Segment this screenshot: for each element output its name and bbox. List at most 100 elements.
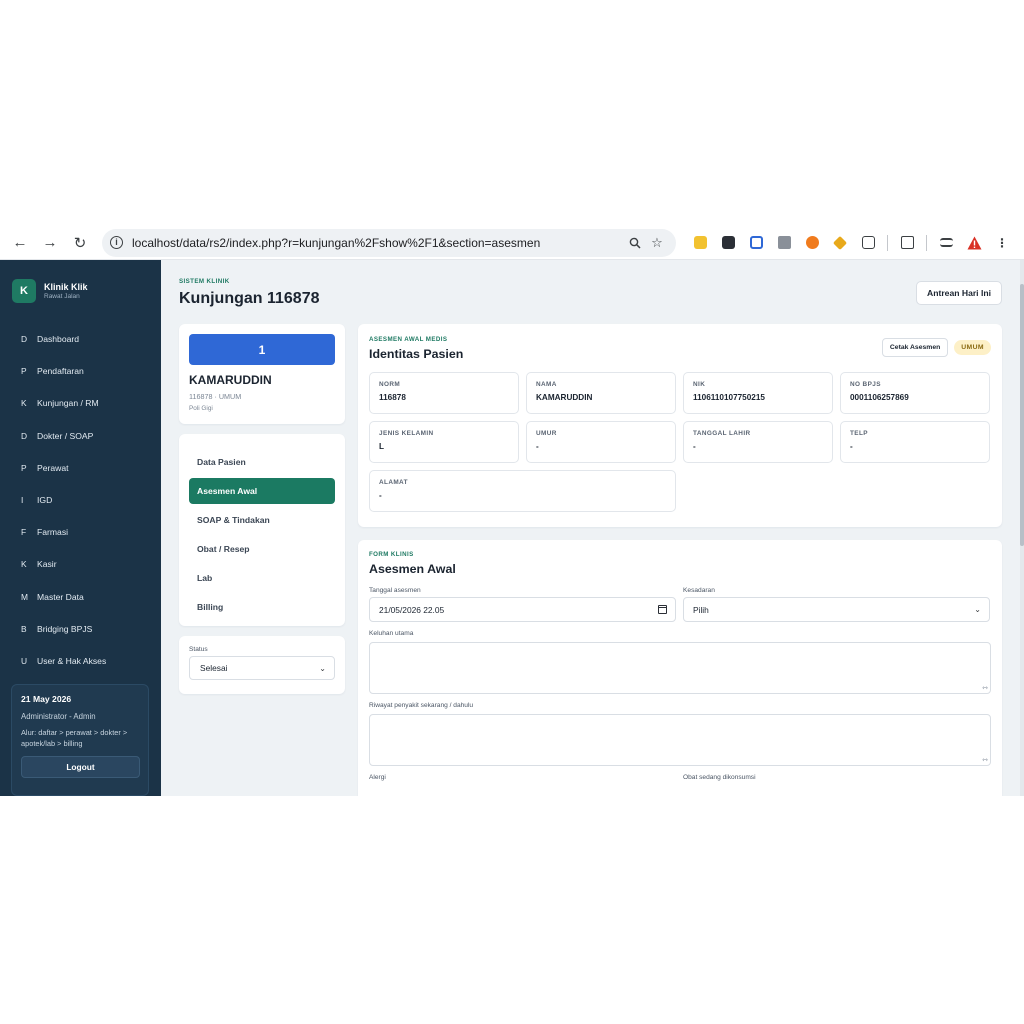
- section-obat-resep[interactable]: Obat / Resep: [189, 536, 335, 562]
- field-jenis-kelamin: JENIS KELAMIN L: [369, 421, 519, 463]
- page-title: Kunjungan 116878: [179, 290, 320, 307]
- history-label: Riwayat penyakit sekarang / dahulu: [369, 702, 474, 709]
- status-value: Selesai: [200, 663, 228, 673]
- calendar-icon[interactable]: [658, 605, 667, 614]
- section-billing[interactable]: Billing: [189, 594, 335, 620]
- extension-screen-icon[interactable]: [744, 231, 768, 255]
- chevron-down-icon: ⌄: [319, 663, 326, 673]
- history-textarea[interactable]: ⇿: [369, 714, 991, 766]
- field-key: TANGGAL LAHIR: [693, 430, 751, 437]
- extension-orange-icon[interactable]: [800, 231, 824, 255]
- sidebar-item-dashboard[interactable]: D Dashboard: [0, 323, 161, 355]
- sidebar-item-kunjungan[interactable]: K Kunjungan / RM: [0, 387, 161, 419]
- warning-icon[interactable]: [962, 231, 986, 255]
- sidebar-item-perawat[interactable]: P Perawat: [0, 452, 161, 484]
- menu-letter-icon: I: [21, 495, 24, 506]
- extension-shield-icon[interactable]: [688, 231, 712, 255]
- scrollbar-thumb[interactable]: [1020, 284, 1024, 546]
- status-label: Status: [189, 646, 208, 653]
- reload-icon[interactable]: ↻: [66, 229, 94, 257]
- field-value: -: [850, 442, 853, 451]
- field-value: L: [379, 442, 385, 451]
- patient-summary-card: 1 KAMARUDDIN 116878 · UMUM Poli Gigi: [179, 324, 345, 424]
- sidebar-item-dokter[interactable]: D Dokter / SOAP: [0, 420, 161, 452]
- consciousness-label: Kesadaran: [683, 587, 715, 594]
- sidebar-item-label: Farmasi: [37, 527, 69, 538]
- section-soap-tindakan[interactable]: SOAP & Tindakan: [189, 507, 335, 533]
- menu-letter-icon: F: [21, 527, 27, 538]
- field-key: NIK: [693, 381, 706, 388]
- print-assessment-button[interactable]: Cetak Asesmen: [881, 338, 949, 357]
- logout-button[interactable]: Logout: [21, 756, 140, 778]
- field-value: -: [536, 442, 539, 451]
- extension-paint-icon[interactable]: [828, 231, 852, 255]
- page-scrollbar[interactable]: [1020, 260, 1024, 796]
- field-nik: NIK 1106110107750215: [683, 372, 833, 414]
- form-title: Asesmen Awal: [369, 562, 456, 576]
- brand[interactable]: K Klinik Klik Rawat Jalan: [0, 260, 161, 303]
- field-key: TELP: [850, 430, 868, 437]
- sidebar-item-igd[interactable]: I IGD: [0, 484, 161, 516]
- clinic-logo-icon: K: [12, 279, 36, 303]
- reading-list-icon[interactable]: [895, 231, 919, 255]
- complaint-textarea[interactable]: ⇿: [369, 642, 991, 694]
- resize-handle-icon[interactable]: ⇿: [982, 684, 988, 692]
- extension-store-icon[interactable]: [716, 231, 740, 255]
- field-value: -: [693, 442, 696, 451]
- forward-arrow-icon[interactable]: →: [36, 229, 64, 257]
- menu-letter-icon: K: [21, 398, 27, 409]
- field-value: 0001106257869: [850, 393, 909, 402]
- field-key: NAMA: [536, 381, 557, 388]
- sidebar-item-master-data[interactable]: M Master Data: [0, 581, 161, 613]
- form-eyebrow: FORM KLINIS: [369, 551, 414, 558]
- menu-letter-icon: D: [21, 430, 28, 441]
- complaint-label: Keluhan utama: [369, 630, 414, 637]
- info-icon[interactable]: i: [110, 236, 123, 249]
- status-select[interactable]: Selesai ⌄: [189, 656, 335, 680]
- back-arrow-icon[interactable]: ←: [6, 229, 34, 257]
- assessment-date-input[interactable]: 21/05/2026 22.05: [369, 597, 676, 622]
- section-asesmen-awal[interactable]: Asesmen Awal: [189, 478, 335, 504]
- sidebar-item-farmasi[interactable]: F Farmasi: [0, 516, 161, 548]
- url-text[interactable]: localhost/data/rs2/index.php?r=kunjungan…: [132, 236, 624, 250]
- clinical-form-card: FORM KLINIS Asesmen Awal Tanggal asesmen…: [358, 540, 1002, 796]
- field-norm: NORM 116878: [369, 372, 519, 414]
- field-value: -: [379, 491, 382, 500]
- consciousness-select[interactable]: Pilih ⌄: [683, 597, 990, 622]
- resize-handle-icon[interactable]: ⇿: [982, 756, 988, 764]
- menu-letter-icon: K: [21, 559, 27, 570]
- field-key: ALAMAT: [379, 479, 408, 486]
- extensions-puzzle-icon[interactable]: [856, 231, 880, 255]
- toolbar-separator: [887, 234, 888, 251]
- extension-camera-icon[interactable]: [772, 231, 796, 255]
- brand-subtitle: Rawat Jalan: [44, 293, 80, 300]
- sidebar-item-bridging-bpjs[interactable]: B Bridging BPJS: [0, 613, 161, 645]
- date-value: 21/05/2026 22.05: [379, 604, 445, 615]
- medication-label: Obat sedang dikonsumsi: [683, 774, 756, 781]
- field-value: 1106110107750215: [693, 393, 765, 402]
- brand-title: Klinik Klik: [44, 282, 88, 292]
- section-nav: Data Pasien Asesmen Awal SOAP & Tindakan…: [179, 434, 345, 626]
- sidebar-item-label: Pendaftaran: [37, 366, 84, 377]
- sidebar-item-pendaftaran[interactable]: P Pendaftaran: [0, 355, 161, 387]
- today-queue-button[interactable]: Antrean Hari Ini: [916, 281, 1002, 305]
- app-window: K Klinik Klik Rawat Jalan D Dashboard P Pe…: [0, 260, 1024, 796]
- section-lab[interactable]: Lab: [189, 565, 335, 591]
- section-data-pasien[interactable]: Data Pasien: [189, 449, 335, 475]
- zoom-icon[interactable]: [624, 232, 646, 254]
- bookmark-star-icon[interactable]: ☆: [646, 232, 668, 254]
- payer-badge: UMUM: [954, 340, 991, 355]
- menu-letter-icon: U: [21, 655, 28, 666]
- sidebar-item-user-access[interactable]: U User & Hak Akses: [0, 645, 161, 677]
- toolbar-separator: [926, 234, 927, 251]
- media-control-icon[interactable]: [934, 231, 958, 255]
- sidebar-item-kasir[interactable]: K Kasir: [0, 548, 161, 580]
- field-tanggal-lahir: TANGGAL LAHIR -: [683, 421, 833, 463]
- main-content: SISTEM KLINIK Kunjungan 116878 Antrean H…: [161, 260, 1024, 796]
- field-key: JENIS KELAMIN: [379, 430, 434, 437]
- address-bar[interactable]: i localhost/data/rs2/index.php?r=kunjung…: [102, 228, 676, 257]
- patient-name: KAMARUDDIN: [189, 373, 272, 387]
- sidebar-item-label: Master Data: [37, 591, 84, 602]
- consciousness-value: Pilih: [693, 604, 709, 615]
- browser-menu-icon[interactable]: ⋮: [990, 231, 1014, 255]
